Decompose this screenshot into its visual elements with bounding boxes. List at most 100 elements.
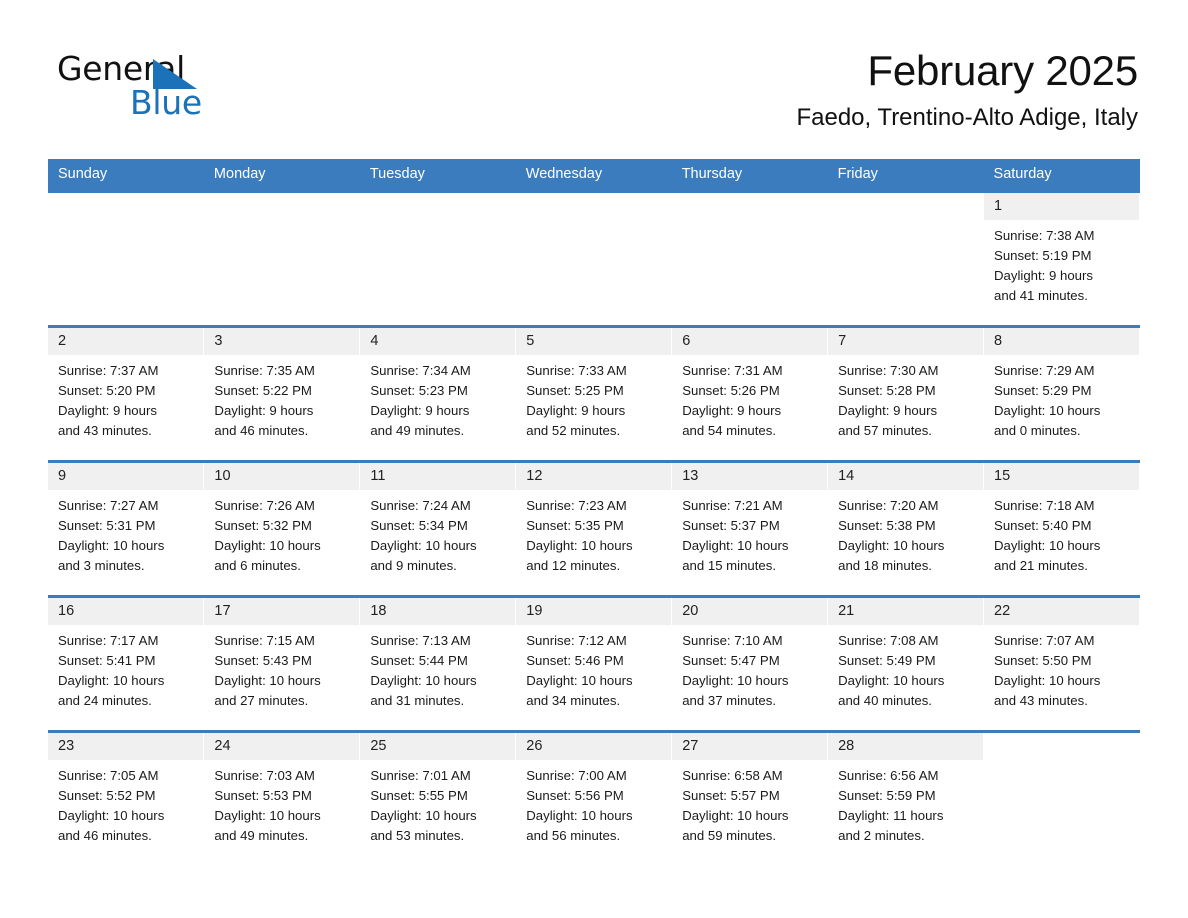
sunrise-text: Sunrise: 7:00 AM (526, 768, 627, 783)
daylight-text-line2: and 46 minutes. (214, 423, 309, 438)
weekday-header-tuesday: Tuesday (359, 159, 516, 192)
sunrise-text: Sunrise: 7:10 AM (682, 633, 783, 648)
calendar-day-cell[interactable]: 14 Sunrise: 7:20 AM Sunset: 5:38 PM Dayligh… (827, 460, 985, 597)
sunset-text: Sunset: 5:59 PM (838, 788, 936, 803)
sunset-text: Sunset: 5:44 PM (370, 653, 468, 668)
day-number: 28 (828, 733, 984, 760)
day-cell-inner: 23 Sunrise: 7:05 AM Sunset: 5:52 PM Dayligh… (48, 733, 204, 867)
calendar-day-cell[interactable]: 5 Sunrise: 7:33 AM Sunset: 5:25 PM Daylight… (515, 325, 673, 462)
day-sun-info: Sunrise: 7:07 AM Sunset: 5:50 PM Daylight:… (984, 625, 1139, 711)
calendar-day-cell[interactable]: 15 Sunrise: 7:18 AM Sunset: 5:40 PM Dayligh… (983, 460, 1140, 597)
calendar-cell-empty (359, 190, 517, 327)
calendar-day-cell[interactable]: 1 Sunrise: 7:38 AM Sunset: 5:19 PM Daylight… (983, 190, 1140, 327)
calendar-day-cell[interactable]: 20 Sunrise: 7:10 AM Sunset: 5:47 PM Dayligh… (671, 595, 829, 732)
day-number: 12 (516, 463, 672, 490)
daylight-text-line2: and 43 minutes. (994, 693, 1088, 708)
calendar-day-cell[interactable]: 26 Sunrise: 7:00 AM Sunset: 5:56 PM Dayligh… (515, 730, 673, 867)
calendar-day-cell[interactable]: 19 Sunrise: 7:12 AM Sunset: 5:46 PM Dayligh… (515, 595, 673, 732)
day-number (48, 193, 204, 220)
sunset-text: Sunset: 5:23 PM (370, 383, 468, 398)
calendar-day-cell[interactable]: 25 Sunrise: 7:01 AM Sunset: 5:55 PM Dayligh… (359, 730, 517, 867)
day-cell-inner: 26 Sunrise: 7:00 AM Sunset: 5:56 PM Dayligh… (516, 733, 672, 867)
day-number: 16 (48, 598, 204, 625)
calendar-cell-empty (48, 190, 205, 327)
calendar-day-cell[interactable]: 10 Sunrise: 7:26 AM Sunset: 5:32 PM Dayligh… (203, 460, 361, 597)
day-number (204, 193, 360, 220)
daylight-text-line2: and 57 minutes. (838, 423, 932, 438)
sunrise-text: Sunrise: 7:18 AM (994, 498, 1095, 513)
calendar-day-cell[interactable]: 13 Sunrise: 7:21 AM Sunset: 5:37 PM Dayligh… (671, 460, 829, 597)
sunset-text: Sunset: 5:22 PM (214, 383, 312, 398)
daylight-text-line1: Daylight: 9 hours (682, 403, 782, 418)
calendar-day-cell[interactable]: 16 Sunrise: 7:17 AM Sunset: 5:41 PM Dayligh… (48, 595, 205, 732)
sunset-text: Sunset: 5:25 PM (526, 383, 624, 398)
day-sun-info: Sunrise: 7:27 AM Sunset: 5:31 PM Daylight:… (48, 490, 203, 576)
day-sun-info: Sunrise: 7:08 AM Sunset: 5:49 PM Daylight:… (828, 625, 983, 711)
sunset-text: Sunset: 5:57 PM (682, 788, 780, 803)
sunrise-text: Sunrise: 7:05 AM (58, 768, 159, 783)
page-title: February 2025 (867, 47, 1138, 94)
daylight-text-line2: and 31 minutes. (370, 693, 465, 708)
sunrise-text: Sunrise: 7:20 AM (838, 498, 939, 513)
sunset-text: Sunset: 5:38 PM (838, 518, 936, 533)
day-cell-inner: 6 Sunrise: 7:31 AM Sunset: 5:26 PM Daylight… (672, 328, 828, 460)
calendar-header-row: Sunday Monday Tuesday Wednesday Thursday… (48, 159, 1140, 192)
day-cell-inner: 13 Sunrise: 7:21 AM Sunset: 5:37 PM Dayligh… (672, 463, 828, 595)
daylight-text-line1: Daylight: 9 hours (838, 403, 938, 418)
daylight-text-line2: and 6 minutes. (214, 558, 301, 573)
day-cell-inner: 17 Sunrise: 7:15 AM Sunset: 5:43 PM Dayligh… (204, 598, 360, 730)
day-cell-inner: 8 Sunrise: 7:29 AM Sunset: 5:29 PM Daylight… (984, 328, 1139, 460)
day-sun-info: Sunrise: 6:58 AM Sunset: 5:57 PM Daylight:… (672, 760, 827, 846)
calendar-day-cell[interactable]: 18 Sunrise: 7:13 AM Sunset: 5:44 PM Dayligh… (359, 595, 517, 732)
sunset-text: Sunset: 5:43 PM (214, 653, 312, 668)
daylight-text-line1: Daylight: 9 hours (370, 403, 470, 418)
sunset-text: Sunset: 5:47 PM (682, 653, 780, 668)
daylight-text-line1: Daylight: 10 hours (682, 673, 789, 688)
day-number: 7 (828, 328, 984, 355)
daylight-text-line2: and 34 minutes. (526, 693, 621, 708)
day-number: 23 (48, 733, 204, 760)
day-cell-inner: 2 Sunrise: 7:37 AM Sunset: 5:20 PM Daylight… (48, 328, 204, 460)
weekday-header-thursday: Thursday (671, 159, 828, 192)
calendar-day-cell[interactable]: 6 Sunrise: 7:31 AM Sunset: 5:26 PM Daylight… (671, 325, 829, 462)
general-blue-logo[interactable]: General Blue (57, 52, 287, 124)
sunrise-text: Sunrise: 7:33 AM (526, 363, 627, 378)
daylight-text-line2: and 0 minutes. (994, 423, 1081, 438)
sunset-text: Sunset: 5:19 PM (994, 248, 1092, 263)
calendar-day-cell[interactable]: 23 Sunrise: 7:05 AM Sunset: 5:52 PM Dayligh… (48, 730, 205, 867)
calendar-day-cell[interactable]: 17 Sunrise: 7:15 AM Sunset: 5:43 PM Dayligh… (203, 595, 361, 732)
calendar-day-cell[interactable]: 21 Sunrise: 7:08 AM Sunset: 5:49 PM Dayligh… (827, 595, 985, 732)
calendar-day-cell[interactable]: 27 Sunrise: 6:58 AM Sunset: 5:57 PM Dayligh… (671, 730, 829, 867)
sunset-text: Sunset: 5:34 PM (370, 518, 468, 533)
day-sun-info: Sunrise: 7:37 AM Sunset: 5:20 PM Daylight:… (48, 355, 203, 441)
calendar-day-cell[interactable]: 9 Sunrise: 7:27 AM Sunset: 5:31 PM Daylight… (48, 460, 205, 597)
day-cell-inner: 16 Sunrise: 7:17 AM Sunset: 5:41 PM Dayligh… (48, 598, 204, 730)
day-sun-info: Sunrise: 7:24 AM Sunset: 5:34 PM Daylight:… (360, 490, 515, 576)
calendar-day-cell[interactable]: 8 Sunrise: 7:29 AM Sunset: 5:29 PM Daylight… (983, 325, 1140, 462)
sunset-text: Sunset: 5:26 PM (682, 383, 780, 398)
daylight-text-line2: and 54 minutes. (682, 423, 777, 438)
calendar-day-cell[interactable]: 7 Sunrise: 7:30 AM Sunset: 5:28 PM Daylight… (827, 325, 985, 462)
day-number: 9 (48, 463, 204, 490)
daylight-text-line2: and 49 minutes. (370, 423, 465, 438)
calendar-day-cell[interactable]: 3 Sunrise: 7:35 AM Sunset: 5:22 PM Daylight… (203, 325, 361, 462)
day-sun-info: Sunrise: 7:01 AM Sunset: 5:55 PM Daylight:… (360, 760, 515, 846)
calendar-day-cell[interactable]: 12 Sunrise: 7:23 AM Sunset: 5:35 PM Dayligh… (515, 460, 673, 597)
day-sun-info: Sunrise: 7:17 AM Sunset: 5:41 PM Daylight:… (48, 625, 203, 711)
sunset-text: Sunset: 5:29 PM (994, 383, 1092, 398)
calendar-day-cell[interactable]: 2 Sunrise: 7:37 AM Sunset: 5:20 PM Daylight… (48, 325, 205, 462)
daylight-text-line1: Daylight: 10 hours (214, 538, 321, 553)
day-sun-info: Sunrise: 7:21 AM Sunset: 5:37 PM Daylight:… (672, 490, 827, 576)
day-number: 26 (516, 733, 672, 760)
daylight-text-line1: Daylight: 10 hours (58, 673, 165, 688)
calendar-day-cell[interactable]: 4 Sunrise: 7:34 AM Sunset: 5:23 PM Daylight… (359, 325, 517, 462)
sunset-text: Sunset: 5:20 PM (58, 383, 156, 398)
daylight-text-line2: and 40 minutes. (838, 693, 932, 708)
day-sun-info: Sunrise: 7:30 AM Sunset: 5:28 PM Daylight:… (828, 355, 983, 441)
calendar-day-cell[interactable]: 22 Sunrise: 7:07 AM Sunset: 5:50 PM Dayligh… (983, 595, 1140, 732)
calendar-day-cell[interactable]: 24 Sunrise: 7:03 AM Sunset: 5:53 PM Dayligh… (203, 730, 361, 867)
calendar-day-cell[interactable]: 11 Sunrise: 7:24 AM Sunset: 5:34 PM Dayligh… (359, 460, 517, 597)
day-cell-inner: 28 Sunrise: 6:56 AM Sunset: 5:59 PM Dayligh… (828, 733, 984, 867)
daylight-text-line1: Daylight: 10 hours (838, 538, 945, 553)
calendar-day-cell[interactable]: 28 Sunrise: 6:56 AM Sunset: 5:59 PM Dayligh… (827, 730, 985, 867)
